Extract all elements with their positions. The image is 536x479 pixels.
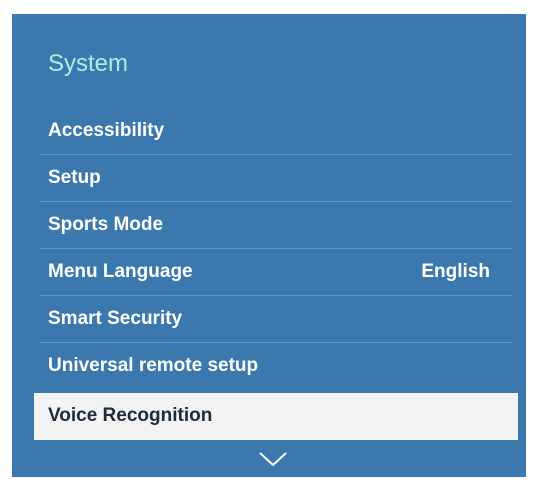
- system-menu-panel: System Accessibility Setup Sports Mode M…: [12, 14, 526, 477]
- menu-item-setup[interactable]: Setup: [40, 155, 512, 202]
- menu-item-label: Accessibility: [48, 120, 165, 141]
- menu-item-smart-security[interactable]: Smart Security: [40, 296, 512, 343]
- menu-item-sports-mode[interactable]: Sports Mode: [40, 202, 512, 249]
- menu-item-voice-recognition[interactable]: Voice Recognition: [34, 393, 518, 440]
- menu-item-label: Voice Recognition: [48, 405, 213, 426]
- menu-item-label: Menu Language: [48, 261, 193, 282]
- menu-item-label: Sports Mode: [48, 214, 164, 235]
- menu-item-label: Smart Security: [48, 308, 183, 329]
- menu-item-universal-remote-setup[interactable]: Universal remote setup: [40, 343, 512, 390]
- menu-item-value: English: [421, 261, 490, 282]
- menu-item-accessibility[interactable]: Accessibility: [40, 108, 512, 155]
- system-menu-list: Accessibility Setup Sports Mode Menu Lan…: [34, 108, 518, 440]
- chevron-down-icon[interactable]: [258, 450, 288, 468]
- menu-item-menu-language[interactable]: Menu Language English: [40, 249, 512, 296]
- menu-item-label: Universal remote setup: [48, 355, 259, 376]
- menu-title: System: [48, 50, 129, 77]
- menu-item-label: Setup: [48, 167, 101, 188]
